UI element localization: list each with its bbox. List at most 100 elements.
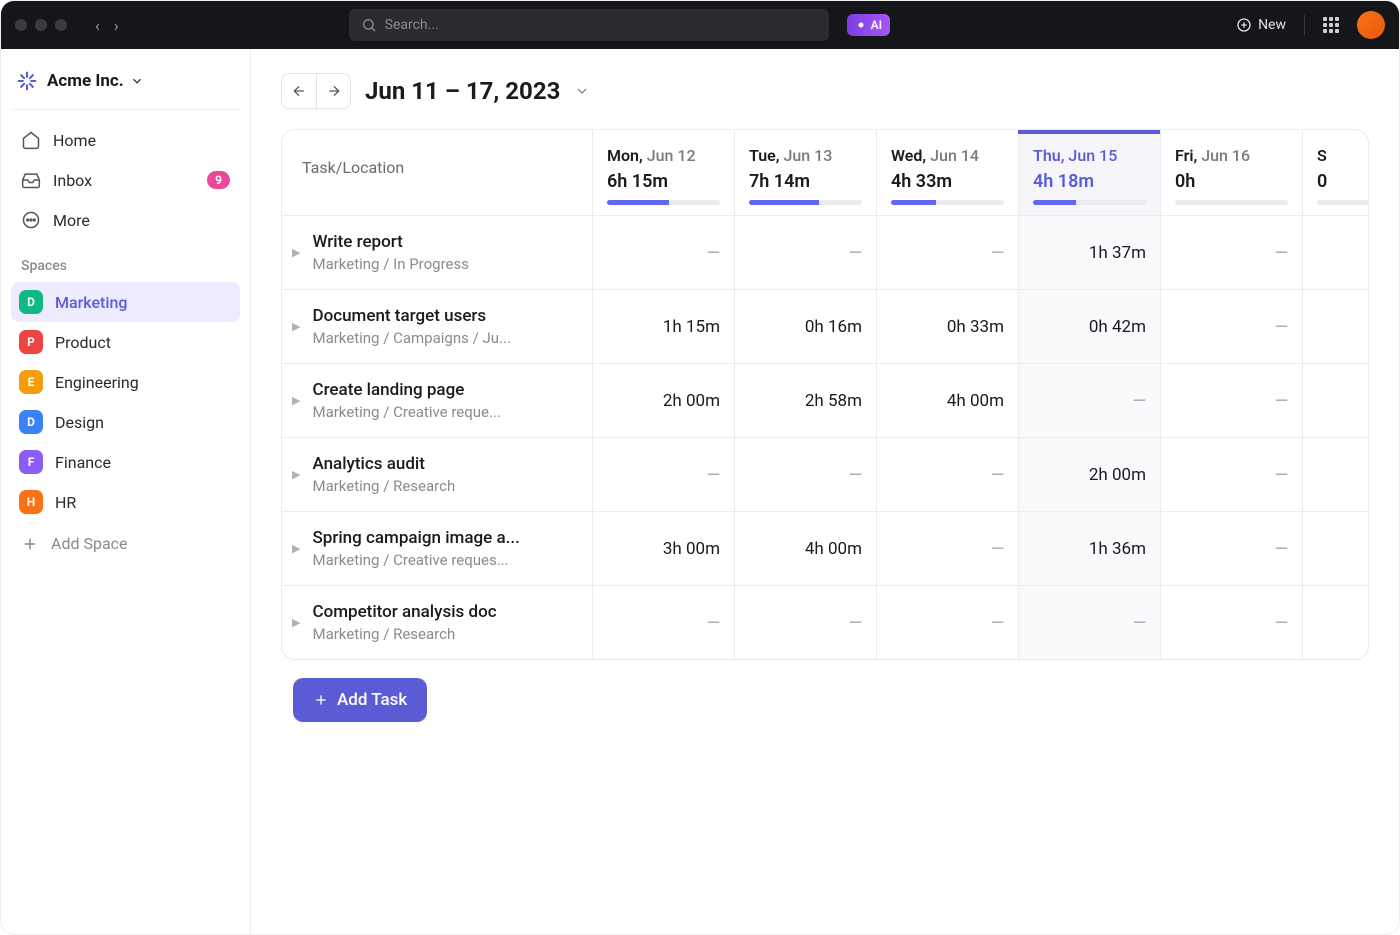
time-cell[interactable]: — — [734, 586, 876, 659]
task-cell[interactable]: ▶Write reportMarketing / In Progress — [282, 216, 592, 289]
time-cell[interactable]: — — [1302, 216, 1369, 289]
sidebar-space-engineering[interactable]: EEngineering — [11, 362, 240, 402]
spaces-heading: Spaces — [11, 240, 240, 282]
task-cell[interactable]: ▶ Analytics audit Marketing / Research — [282, 438, 592, 511]
time-cell[interactable]: 2h 58m — [734, 364, 876, 437]
time-cell[interactable]: — — [1160, 586, 1302, 659]
time-cell[interactable]: 4h 00m — [734, 512, 876, 585]
expand-icon[interactable]: ▶ — [292, 320, 300, 333]
expand-icon[interactable]: ▶ — [292, 394, 300, 407]
space-badge-icon: P — [19, 330, 43, 354]
task-cell[interactable]: ▶Create landing pageMarketing / Creative… — [282, 364, 592, 437]
next-week-button[interactable] — [316, 74, 350, 108]
workspace-switcher[interactable]: Acme Inc. — [11, 63, 240, 110]
search-input[interactable]: Search... — [349, 9, 829, 41]
space-label: Finance — [55, 453, 111, 472]
time-cell[interactable]: — — [592, 586, 734, 659]
day-header[interactable]: Mon, Jun 126h 15m — [592, 130, 734, 215]
task-name: Spring campaign image a... — [312, 528, 519, 548]
task-path: Marketing / Campaigns / Ju... — [312, 329, 510, 347]
space-badge-icon: E — [19, 370, 43, 394]
time-cell[interactable]: 1h 36m — [1018, 512, 1160, 585]
arrow-right-icon — [326, 83, 342, 99]
sidebar-space-product[interactable]: PProduct — [11, 322, 240, 362]
sidebar: Acme Inc. Home Inbox 9 More Spaces DMark… — [1, 49, 251, 934]
day-header[interactable]: S 0 — [1302, 130, 1369, 215]
time-cell[interactable]: — — [1302, 438, 1369, 511]
new-button[interactable]: New — [1236, 17, 1286, 33]
space-badge-icon: D — [19, 410, 43, 434]
time-cell[interactable]: 2h 00m — [592, 364, 734, 437]
time-cell[interactable]: — — [1160, 216, 1302, 289]
time-cell[interactable]: — — [1160, 364, 1302, 437]
sidebar-item-home[interactable]: Home — [11, 120, 240, 160]
plus-circle-icon — [1236, 17, 1252, 33]
time-cell[interactable]: — — [1302, 290, 1369, 363]
time-cell[interactable]: — — [1018, 586, 1160, 659]
sidebar-space-design[interactable]: DDesign — [11, 402, 240, 442]
time-cell[interactable]: 1h 15m — [592, 290, 734, 363]
task-row: ▶Write reportMarketing / In Progress———1… — [282, 216, 1368, 289]
time-cell[interactable]: — — [1160, 290, 1302, 363]
time-cell[interactable]: — — [1302, 364, 1369, 437]
search-icon — [361, 17, 377, 33]
time-cell[interactable]: 2h 00m — [1018, 438, 1160, 511]
sidebar-item-inbox[interactable]: Inbox 9 — [11, 160, 240, 200]
time-cell[interactable]: — — [1302, 586, 1369, 659]
task-row: ▶Document target usersMarketing / Campai… — [282, 289, 1368, 363]
time-cell[interactable]: — — [1302, 512, 1369, 585]
task-cell[interactable]: ▶Document target usersMarketing / Campai… — [282, 290, 592, 363]
time-cell[interactable]: — — [1160, 438, 1302, 511]
space-label: Marketing — [55, 293, 127, 312]
expand-icon[interactable]: ▶ — [292, 616, 300, 629]
task-cell[interactable]: ▶ Spring campaign image a... Marketing / C… — [282, 512, 592, 585]
workspace-logo-icon — [17, 71, 37, 91]
expand-icon[interactable]: ▶ — [292, 246, 300, 259]
expand-icon[interactable]: ▶ — [292, 468, 300, 481]
nav-forward-icon[interactable]: › — [114, 16, 119, 35]
task-path: Marketing / Research — [312, 477, 455, 495]
ai-button[interactable]: AI — [847, 14, 890, 36]
space-badge-icon: F — [19, 450, 43, 474]
task-cell[interactable]: ▶Competitor analysis docMarketing / Rese… — [282, 586, 592, 659]
time-cell[interactable]: — — [734, 438, 876, 511]
chevron-down-icon — [130, 74, 144, 88]
time-cell[interactable]: — — [876, 216, 1018, 289]
time-cell[interactable]: — — [592, 438, 734, 511]
time-cell[interactable]: — — [876, 512, 1018, 585]
window-controls[interactable] — [15, 19, 67, 31]
apps-icon[interactable] — [1323, 17, 1339, 33]
task-path: Marketing / Creative reques... — [312, 551, 519, 569]
time-cell[interactable]: — — [592, 216, 734, 289]
time-cell[interactable]: — — [876, 586, 1018, 659]
prev-week-button[interactable] — [282, 74, 316, 108]
sidebar-item-more[interactable]: More — [11, 200, 240, 240]
more-icon — [21, 210, 41, 230]
task-row: ▶ Spring campaign image a... Marketing / C… — [282, 511, 1368, 585]
add-task-button[interactable]: Add Task — [293, 678, 427, 722]
day-header[interactable]: Thu, Jun 154h 18m — [1018, 130, 1160, 215]
sidebar-space-marketing[interactable]: DMarketing — [11, 282, 240, 322]
day-header[interactable]: Fri, Jun 160h — [1160, 130, 1302, 215]
time-cell[interactable]: — — [1160, 512, 1302, 585]
add-space-button[interactable]: Add Space — [11, 522, 240, 565]
chevron-down-icon[interactable] — [574, 83, 590, 99]
day-header[interactable]: Tue, Jun 137h 14m — [734, 130, 876, 215]
time-cell[interactable]: — — [1018, 364, 1160, 437]
time-cell[interactable]: 4h 00m — [876, 364, 1018, 437]
nav-back-icon[interactable]: ‹ — [95, 16, 100, 35]
sidebar-space-finance[interactable]: F Finance — [11, 442, 240, 482]
expand-icon[interactable]: ▶ — [292, 542, 300, 555]
avatar[interactable] — [1357, 11, 1385, 39]
task-name: Analytics audit — [312, 454, 455, 474]
timesheet: Task/Location Mon, Jun 126h 15mTue, Jun … — [281, 129, 1369, 660]
time-cell[interactable]: — — [734, 216, 876, 289]
time-cell[interactable]: 0h 33m — [876, 290, 1018, 363]
time-cell[interactable]: 1h 37m — [1018, 216, 1160, 289]
time-cell[interactable]: 0h 16m — [734, 290, 876, 363]
time-cell[interactable]: 3h 00m — [592, 512, 734, 585]
time-cell[interactable]: — — [876, 438, 1018, 511]
day-header[interactable]: Wed, Jun 144h 33m — [876, 130, 1018, 215]
time-cell[interactable]: 0h 42m — [1018, 290, 1160, 363]
sidebar-space-hr[interactable]: HHR — [11, 482, 240, 522]
